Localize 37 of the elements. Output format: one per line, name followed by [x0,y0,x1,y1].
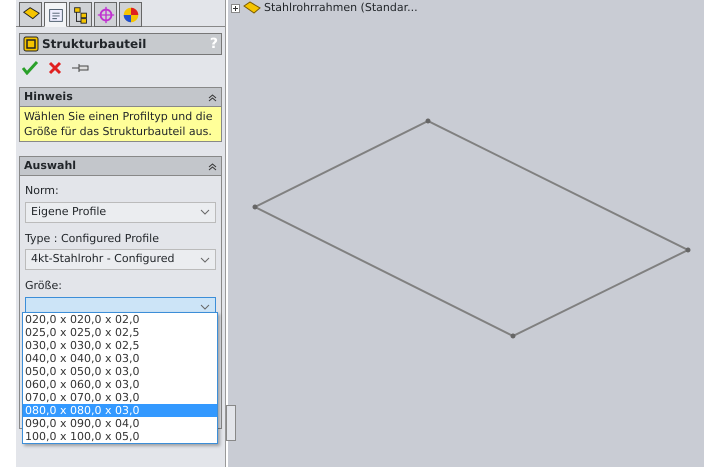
panel-tab[interactable] [19,2,42,27]
chevron-down-icon [200,256,210,262]
crosshair-icon [96,4,116,24]
splitter-handle[interactable] [226,405,236,441]
chevron-down-icon [200,304,210,310]
dropdown-option[interactable]: 090,0 x 090,0 x 04,0 [23,417,217,430]
dropdown-option[interactable]: 040,0 x 040,0 x 03,0 [23,352,217,365]
tree-item[interactable]: Stahlrohrrahmen (Standar... [264,0,418,16]
structure-member-icon [243,1,261,15]
cancel-icon[interactable] [48,61,62,75]
chevron-down-icon [200,209,210,215]
dropdown-option[interactable]: 030,0 x 030,0 x 02,5 [23,339,217,352]
panel-tab[interactable] [44,2,67,27]
dropdown-option[interactable]: 100,0 x 100,0 x 05,0 [23,430,217,443]
ok-icon[interactable] [22,61,38,75]
section-title: Hinweis [24,88,73,105]
pin-icon[interactable] [72,62,90,74]
collapse-icon[interactable] [208,162,217,170]
dropdown-option[interactable]: 050,0 x 050,0 x 03,0 [23,365,217,378]
field-label: Größe: [25,278,63,294]
collapse-icon[interactable] [208,92,217,102]
field-label: Norm: [25,183,60,199]
hint-text: Wählen Sie einen Profiltyp und die Größe für das Strukturbauteil aus. [20,107,221,141]
expand-icon[interactable] [231,4,240,12]
structure-member-icon [23,36,39,52]
dropdown[interactable]: 4kt-Stahlrohr - Configured [25,249,216,270]
dropdown[interactable]: Eigene Profile [25,202,216,222]
dropdown-option[interactable]: 025,0 x 025,0 x 02,5 [23,326,217,339]
section-title: Auswahl [24,158,76,174]
dropdown-option[interactable]: 020,0 x 020,0 x 02,0 [23,313,217,326]
dropdown-option[interactable]: 070,0 x 070,0 x 03,0 [23,391,217,404]
dropdown-option[interactable]: 060,0 x 060,0 x 03,0 [23,378,217,391]
panel-tab[interactable] [119,2,142,27]
panel-tab[interactable] [69,2,92,27]
panel-title: Strukturbauteil [42,36,146,53]
color-wheel-icon [120,4,140,24]
field-label: Type : Configured Profile [25,230,160,246]
